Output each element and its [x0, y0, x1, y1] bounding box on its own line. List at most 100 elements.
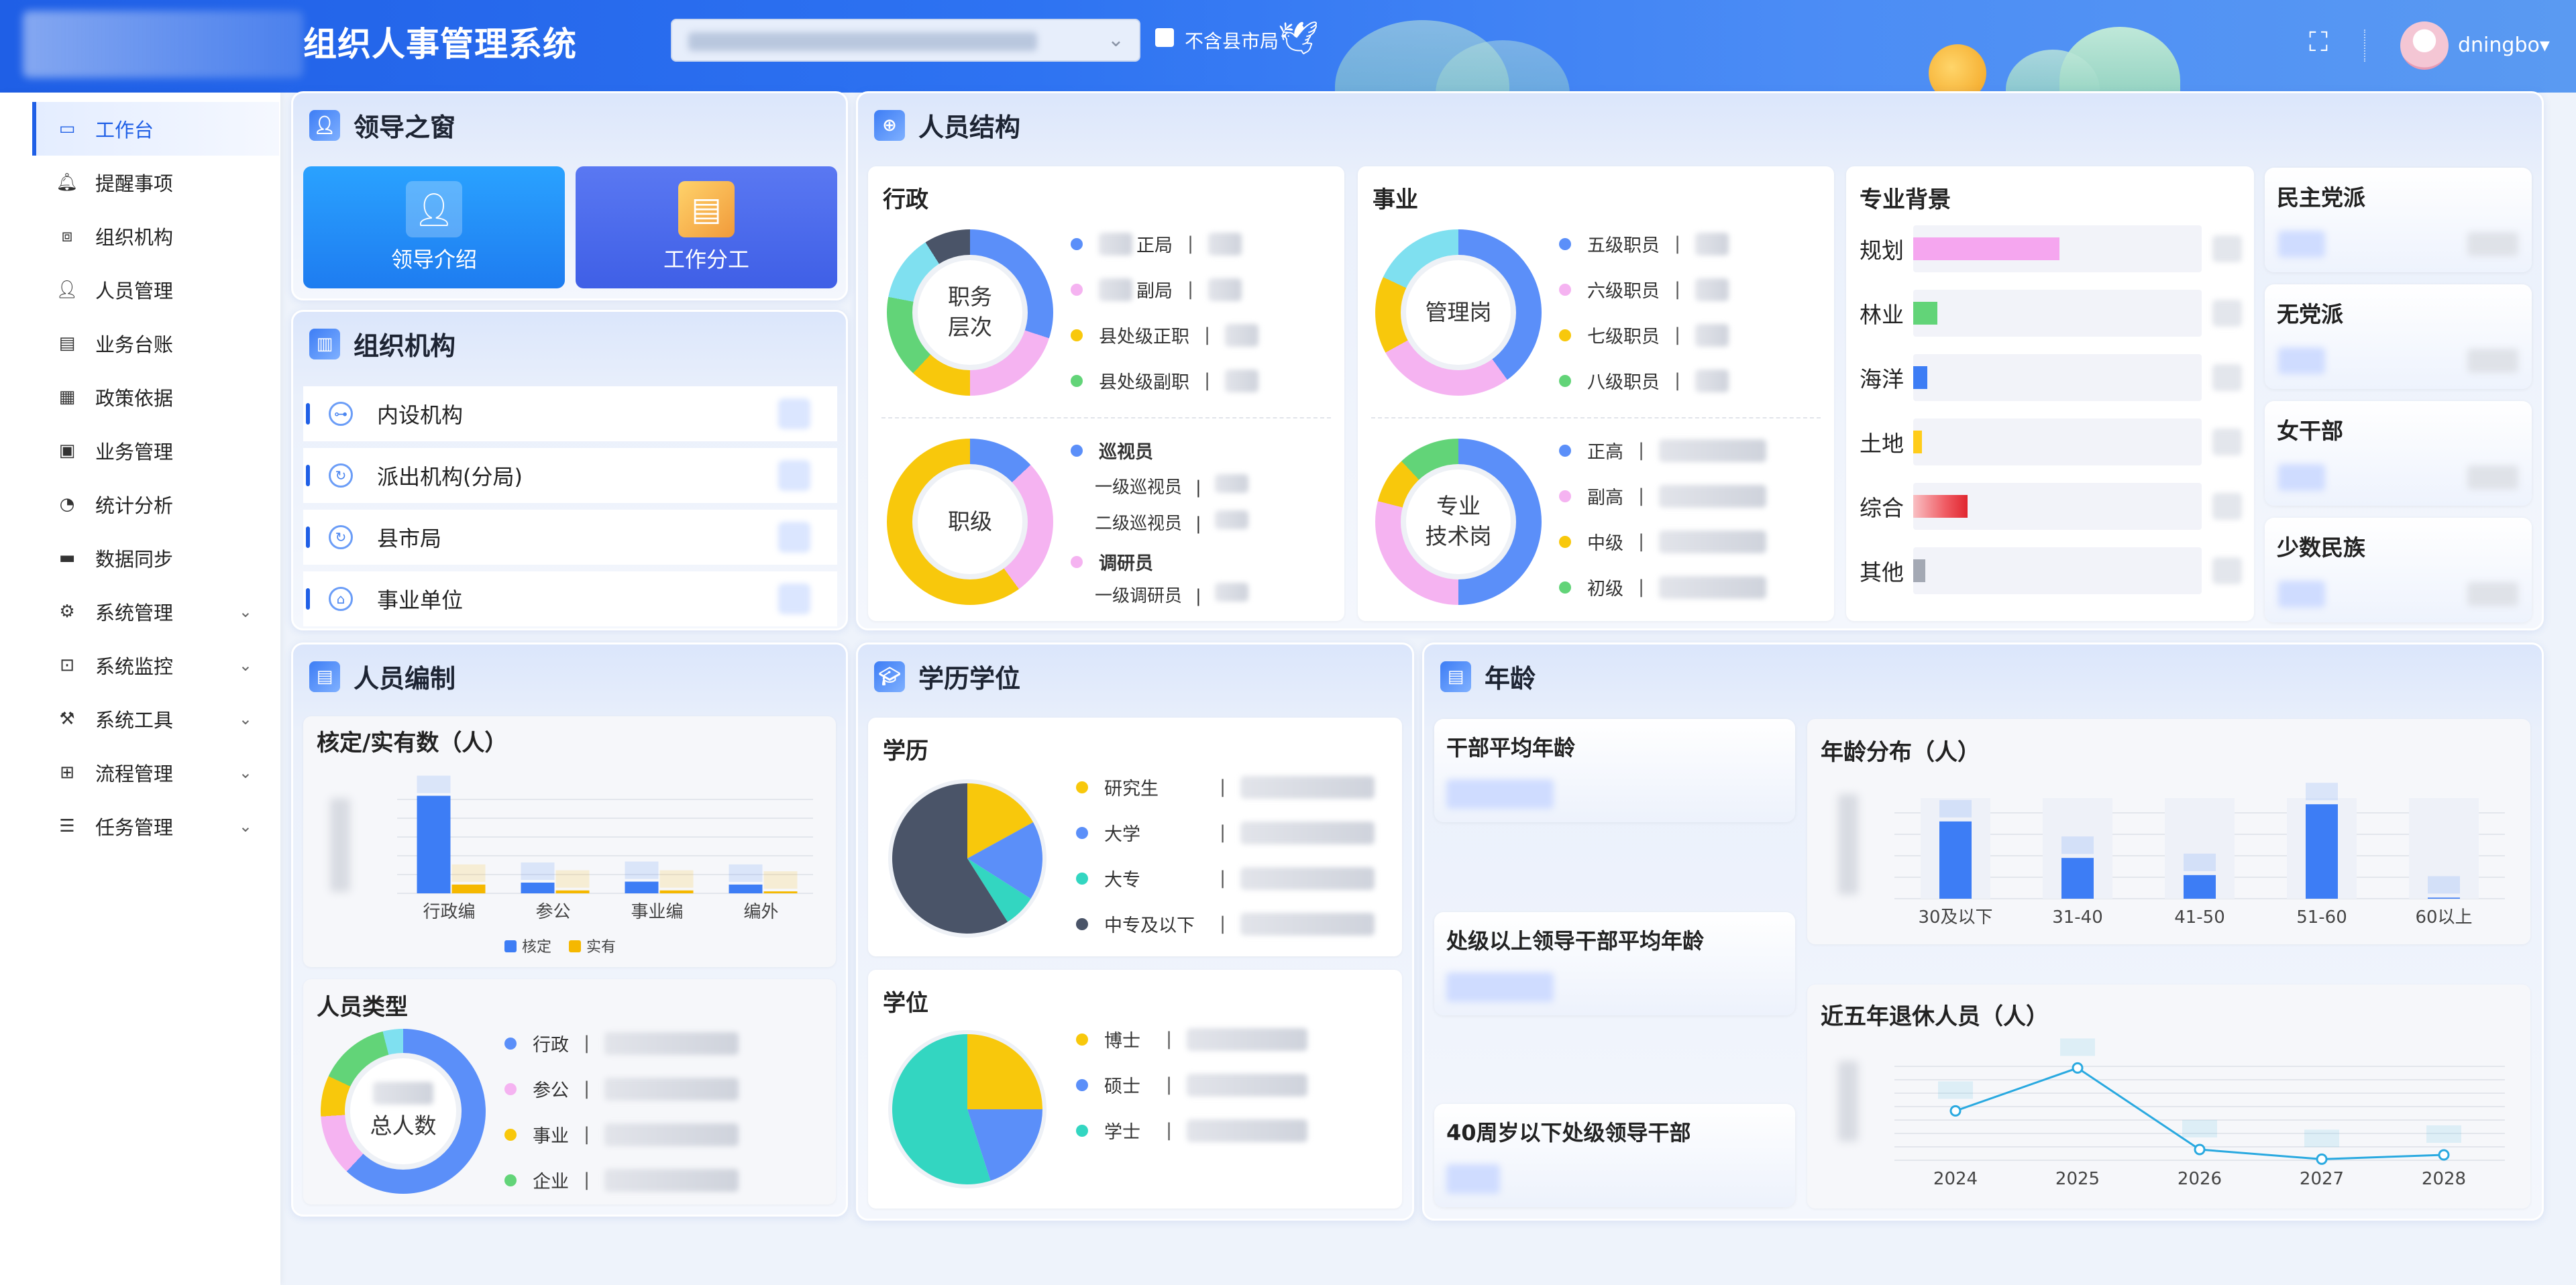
bar-label-blur — [2306, 783, 2338, 801]
org-row[interactable]: ↻ 派出机构(分局) — [303, 448, 837, 503]
staff-type-donut[interactable]: 总人数 — [321, 1029, 486, 1194]
quota-chart-title: 核定/实有数（人） — [317, 730, 508, 757]
degree-pie[interactable] — [887, 1029, 1048, 1190]
row-marker — [306, 403, 310, 425]
legend-label: 副局 — [1136, 281, 1173, 302]
legend-label: 五级职员 — [1587, 235, 1660, 256]
sidebar-item-tasks[interactable]: ☰ 任务管理 ⌄ — [32, 799, 279, 853]
sidebar-item-label: 统计分析 — [95, 494, 174, 517]
bar-核定 — [625, 881, 659, 893]
org-row[interactable]: ⊶ 内设机构 — [303, 386, 837, 441]
chevron-down-icon: ⌄ — [238, 710, 252, 728]
legend-label: 博士 — [1104, 1031, 1140, 1052]
org-icon: ⧈ — [61, 225, 73, 246]
blurred-value — [2212, 493, 2242, 520]
legend-dot — [504, 1037, 517, 1050]
row-marker — [306, 526, 310, 548]
folder-icon: ▬ — [58, 548, 76, 568]
sidebar-item-sys-monitor[interactable]: ⊡ 系统监控 ⌄ — [32, 638, 279, 692]
background-row[interactable]: 其他 — [1860, 547, 2242, 594]
sidebar-item-sys-admin[interactable]: ⚙ 系统管理 ⌄ — [32, 585, 279, 638]
blurred-value — [1214, 583, 1248, 602]
sidebar-item-reminders[interactable]: 🔔︎ 提醒事项 — [32, 156, 279, 209]
leader-icon: 👤︎ — [309, 109, 340, 141]
stat-card[interactable]: 女干部 — [2265, 401, 2532, 506]
legend-label: 行政 — [533, 1035, 569, 1056]
panel-title-text: 人员结构 — [918, 113, 1021, 142]
point-label-blur — [1938, 1081, 1973, 1099]
management-donut[interactable]: 管理岗 — [1375, 229, 1542, 396]
sidebar-item-workbench[interactable]: ▭ 工作台 — [32, 102, 279, 156]
sidebar-item-sync[interactable]: ▬ 数据同步 — [32, 531, 279, 585]
system-title: 组织人事管理系统 — [303, 25, 577, 64]
background-row[interactable]: 林业 — [1860, 290, 2242, 337]
bar-核定 — [729, 884, 763, 893]
sidebar-item-personnel[interactable]: 👤︎ 人员管理 — [32, 263, 279, 317]
sidebar-item-ledger[interactable]: ▤ 业务台账 — [32, 317, 279, 370]
org-row[interactable]: ↻ 县市局 — [303, 510, 837, 565]
legend-dot — [504, 1128, 517, 1141]
blurred-value — [1659, 575, 1767, 599]
background-row[interactable]: 规划 — [1860, 225, 2242, 272]
age-panel-title: ▤ 年龄 — [1440, 658, 1536, 695]
education-pie[interactable] — [887, 778, 1048, 939]
background-row[interactable]: 综合 — [1860, 483, 2242, 530]
age-icon: ▤ — [1440, 661, 1471, 692]
young-leader-card[interactable]: 40周岁以下处级领导干部 — [1434, 1104, 1795, 1207]
background-row[interactable]: 海洋 — [1860, 354, 2242, 401]
sidebar-item-org[interactable]: ⧈ 组织机构 — [32, 209, 279, 263]
stat-card[interactable]: 无党派 — [2265, 284, 2532, 389]
sidebar-item-business[interactable]: ▣ 业务管理 — [32, 424, 279, 478]
x-tick-label: 31-40 — [2052, 907, 2103, 928]
legend-item: 副局 | — [1071, 276, 1242, 302]
legend-item: 六级职员 | — [1559, 276, 1729, 302]
avg-age-card[interactable]: 干部平均年龄 — [1434, 719, 1795, 822]
blurred-value — [2212, 364, 2242, 391]
legend-item: 事业 | — [504, 1121, 739, 1148]
row-marker — [306, 588, 310, 610]
divider — [1371, 417, 1821, 418]
legend-dot — [1559, 283, 1571, 296]
edu-card-title: 学历 — [883, 738, 928, 765]
user-menu[interactable]: dningbo▾ — [2458, 34, 2550, 57]
blurred-value — [1225, 369, 1259, 392]
avatar[interactable] — [2400, 21, 2449, 70]
leader-avg-age-card[interactable]: 处级以上领导干部平均年龄 — [1434, 912, 1795, 1015]
technical-donut[interactable]: 专业 技术岗 — [1375, 439, 1542, 605]
org-panel-title: ▥ 组织机构 — [309, 325, 455, 362]
blurred-value — [2278, 231, 2325, 258]
bar-label-blur — [2061, 836, 2094, 854]
org-row[interactable]: ⌂ 事业单位 — [303, 571, 837, 626]
sidebar-item-flow[interactable]: ⊞ 流程管理 ⌄ — [32, 746, 279, 799]
sidebar-item-policy[interactable]: ▦ 政策依据 — [32, 370, 279, 424]
blurred-value — [1695, 232, 1729, 256]
blurred-value — [1187, 1119, 1308, 1142]
position-level-donut[interactable]: 职务 层次 — [887, 229, 1053, 396]
legend-label: 中专及以下 — [1104, 915, 1195, 936]
background-row[interactable]: 土地 — [1860, 418, 2242, 465]
panel-title-text: 人员编制 — [354, 664, 456, 693]
exclude-county-checkbox[interactable] — [1155, 28, 1174, 47]
leader-intro-button[interactable]: 👤︎ 领导介绍 — [303, 166, 565, 288]
x-tick-label: 51-60 — [2296, 907, 2347, 928]
bar-label-blur — [417, 775, 451, 793]
fullscreen-icon[interactable]: ⛶ — [2309, 27, 2328, 58]
sidebar-item-stats[interactable]: ◔ 统计分析 — [32, 478, 279, 531]
org-row-label: 内设机构 — [377, 402, 464, 428]
work-division-button[interactable]: ▤ 工作分工 — [576, 166, 837, 288]
background-bar — [1913, 559, 1926, 582]
stat-card[interactable]: 民主党派 — [2265, 168, 2532, 272]
x-tick-label: 2024 — [1933, 1169, 1978, 1189]
point-label-blur — [2304, 1129, 2339, 1148]
bank-icon: ⌂ — [329, 587, 353, 611]
sidebar-item-label: 系统监控 — [95, 655, 174, 678]
rank-donut[interactable]: 职级 — [887, 439, 1053, 605]
quota-bar-chart: 行政编 参公 事业编 编外核定 实有 — [330, 775, 813, 956]
blurred-value — [604, 1168, 739, 1192]
blurred-value — [1214, 474, 1248, 493]
legend-group-label: 巡视员 — [1099, 442, 1153, 463]
unit-select[interactable]: ⌄ — [671, 19, 1140, 62]
stat-card[interactable]: 少数民族 — [2265, 518, 2532, 622]
sidebar-item-sys-tools[interactable]: ⚒ 系统工具 ⌄ — [32, 692, 279, 746]
legend-dot — [1071, 555, 1083, 568]
